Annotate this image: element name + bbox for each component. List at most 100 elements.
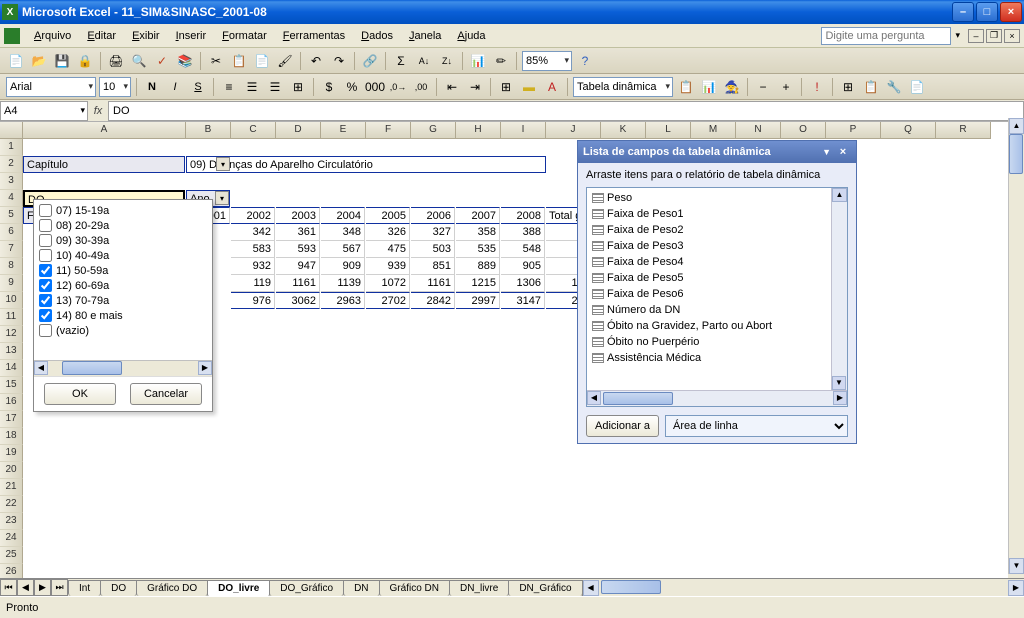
cell[interactable]: 2008: [501, 207, 545, 224]
cell[interactable]: 2002: [231, 207, 275, 224]
hide-detail-button[interactable]: −: [753, 77, 773, 97]
italic-button[interactable]: I: [165, 77, 185, 97]
filter-scroll-thumb[interactable]: [62, 361, 122, 375]
mdi-minimize-button[interactable]: –: [968, 29, 984, 43]
sheet-tab[interactable]: DN_livre: [449, 580, 509, 596]
chart-button[interactable]: 📊: [468, 51, 488, 71]
tab-nav-first[interactable]: ⏮: [0, 579, 17, 596]
menu-dados[interactable]: Dados: [353, 28, 401, 44]
cell[interactable]: Capítulo: [23, 156, 185, 173]
cell[interactable]: 567: [321, 241, 365, 258]
filter-item[interactable]: 09) 30-39a: [37, 233, 209, 248]
fx-icon[interactable]: fx: [88, 105, 108, 117]
column-header-I[interactable]: I: [501, 122, 546, 139]
filter-scroll-right[interactable]: ▶: [198, 361, 212, 375]
pivot-chart-button[interactable]: 📊: [699, 77, 719, 97]
scroll-up-arrow[interactable]: ▲: [1009, 118, 1024, 134]
increase-decimal-button[interactable]: ,0→: [388, 77, 408, 97]
cell[interactable]: 889: [456, 258, 500, 275]
align-left-button[interactable]: ≡: [219, 77, 239, 97]
print-button[interactable]: 🖨: [106, 51, 126, 71]
hscroll-right[interactable]: ▶: [1008, 580, 1024, 596]
row-header-22[interactable]: 22: [0, 496, 23, 513]
column-header-K[interactable]: K: [601, 122, 646, 139]
cell[interactable]: 2702: [366, 292, 410, 309]
sheet-tab[interactable]: Int: [68, 580, 101, 596]
underline-button[interactable]: S: [188, 77, 208, 97]
field-item[interactable]: Faixa de Peso5: [589, 270, 845, 286]
row-header-7[interactable]: 7: [0, 241, 23, 258]
mdi-restore-button[interactable]: ❐: [986, 29, 1002, 43]
cell[interactable]: 583: [231, 241, 275, 258]
sheet-tab[interactable]: DO_livre: [207, 580, 270, 597]
cell[interactable]: 2005: [366, 207, 410, 224]
cell[interactable]: 932: [231, 258, 275, 275]
cell[interactable]: 361: [276, 224, 320, 241]
cell[interactable]: 3147: [501, 292, 545, 309]
copy-button[interactable]: 📋: [229, 51, 249, 71]
column-header-G[interactable]: G: [411, 122, 456, 139]
filter-checkbox[interactable]: [39, 234, 52, 247]
row-header-20[interactable]: 20: [0, 462, 23, 479]
sheet-tab[interactable]: DN: [343, 580, 379, 596]
cell[interactable]: 1161: [411, 275, 455, 292]
filter-checkbox[interactable]: [39, 204, 52, 217]
field-item[interactable]: Faixa de Peso4: [589, 254, 845, 270]
column-header-A[interactable]: A: [23, 122, 186, 139]
fieldlist-scroll-right[interactable]: ▶: [833, 391, 847, 405]
horizontal-scrollbar[interactable]: ◀ ▶: [582, 580, 1024, 596]
field-item[interactable]: Peso: [589, 190, 845, 206]
menu-ferramentas[interactable]: Ferramentas: [275, 28, 353, 44]
row-header-9[interactable]: 9: [0, 275, 23, 292]
cell[interactable]: 976: [231, 292, 275, 309]
menu-arquivo[interactable]: Arquivo: [26, 28, 79, 44]
menu-janela[interactable]: Janela: [401, 28, 449, 44]
vertical-scrollbar[interactable]: ▲ ▼: [1008, 118, 1024, 574]
filter-checkbox[interactable]: [39, 309, 52, 322]
row-header-24[interactable]: 24: [0, 530, 23, 547]
filter-ok-button[interactable]: OK: [44, 383, 116, 405]
pivot-page-dropdown[interactable]: ▾: [216, 157, 230, 171]
preview-button[interactable]: 🔍: [129, 51, 149, 71]
font-combo[interactable]: Arial: [6, 77, 96, 97]
field-item[interactable]: Óbito no Puerpério: [589, 334, 845, 350]
drawing-button[interactable]: ✏: [491, 51, 511, 71]
cell[interactable]: 475: [366, 241, 410, 258]
decrease-decimal-button[interactable]: ,00: [411, 77, 431, 97]
row-header-2[interactable]: 2: [0, 156, 23, 173]
fieldlist-titlebar[interactable]: Lista de campos da tabela dinâmica ▼ ×: [578, 141, 856, 163]
cell[interactable]: 851: [411, 258, 455, 275]
filter-item[interactable]: 07) 15-19a: [37, 203, 209, 218]
hscroll-left[interactable]: ◀: [583, 580, 599, 596]
cell[interactable]: 1215: [456, 275, 500, 292]
filter-item[interactable]: 14) 80 e mais: [37, 308, 209, 323]
percent-button[interactable]: %: [342, 77, 362, 97]
cell[interactable]: 2963: [321, 292, 365, 309]
menu-inserir[interactable]: Inserir: [168, 28, 215, 44]
fieldlist-button[interactable]: 📋: [861, 77, 881, 97]
cell[interactable]: 2006: [411, 207, 455, 224]
format-painter-button[interactable]: 🖌: [275, 51, 295, 71]
pivot-menu-button[interactable]: Tabela dinâmica: [573, 77, 673, 97]
cell[interactable]: 2997: [456, 292, 500, 309]
cell[interactable]: 2842: [411, 292, 455, 309]
cell[interactable]: 503: [411, 241, 455, 258]
filter-hscroll[interactable]: ◀ ▶: [34, 360, 212, 376]
cell[interactable]: 535: [456, 241, 500, 258]
column-header-D[interactable]: D: [276, 122, 321, 139]
field-item[interactable]: Faixa de Peso2: [589, 222, 845, 238]
cell[interactable]: 388: [501, 224, 545, 241]
row-header-5[interactable]: 5: [0, 207, 23, 224]
bold-button[interactable]: N: [142, 77, 162, 97]
cell[interactable]: 905: [501, 258, 545, 275]
filter-item[interactable]: 10) 40-49a: [37, 248, 209, 263]
column-header-O[interactable]: O: [781, 122, 826, 139]
fill-color-button[interactable]: ▬: [519, 77, 539, 97]
filter-item[interactable]: 12) 60-69a: [37, 278, 209, 293]
cell[interactable]: 358: [456, 224, 500, 241]
filter-checkbox[interactable]: [39, 279, 52, 292]
field-item[interactable]: Faixa de Peso3: [589, 238, 845, 254]
cell[interactable]: 327: [411, 224, 455, 241]
filter-checkbox[interactable]: [39, 219, 52, 232]
column-header-J[interactable]: J: [546, 122, 601, 139]
